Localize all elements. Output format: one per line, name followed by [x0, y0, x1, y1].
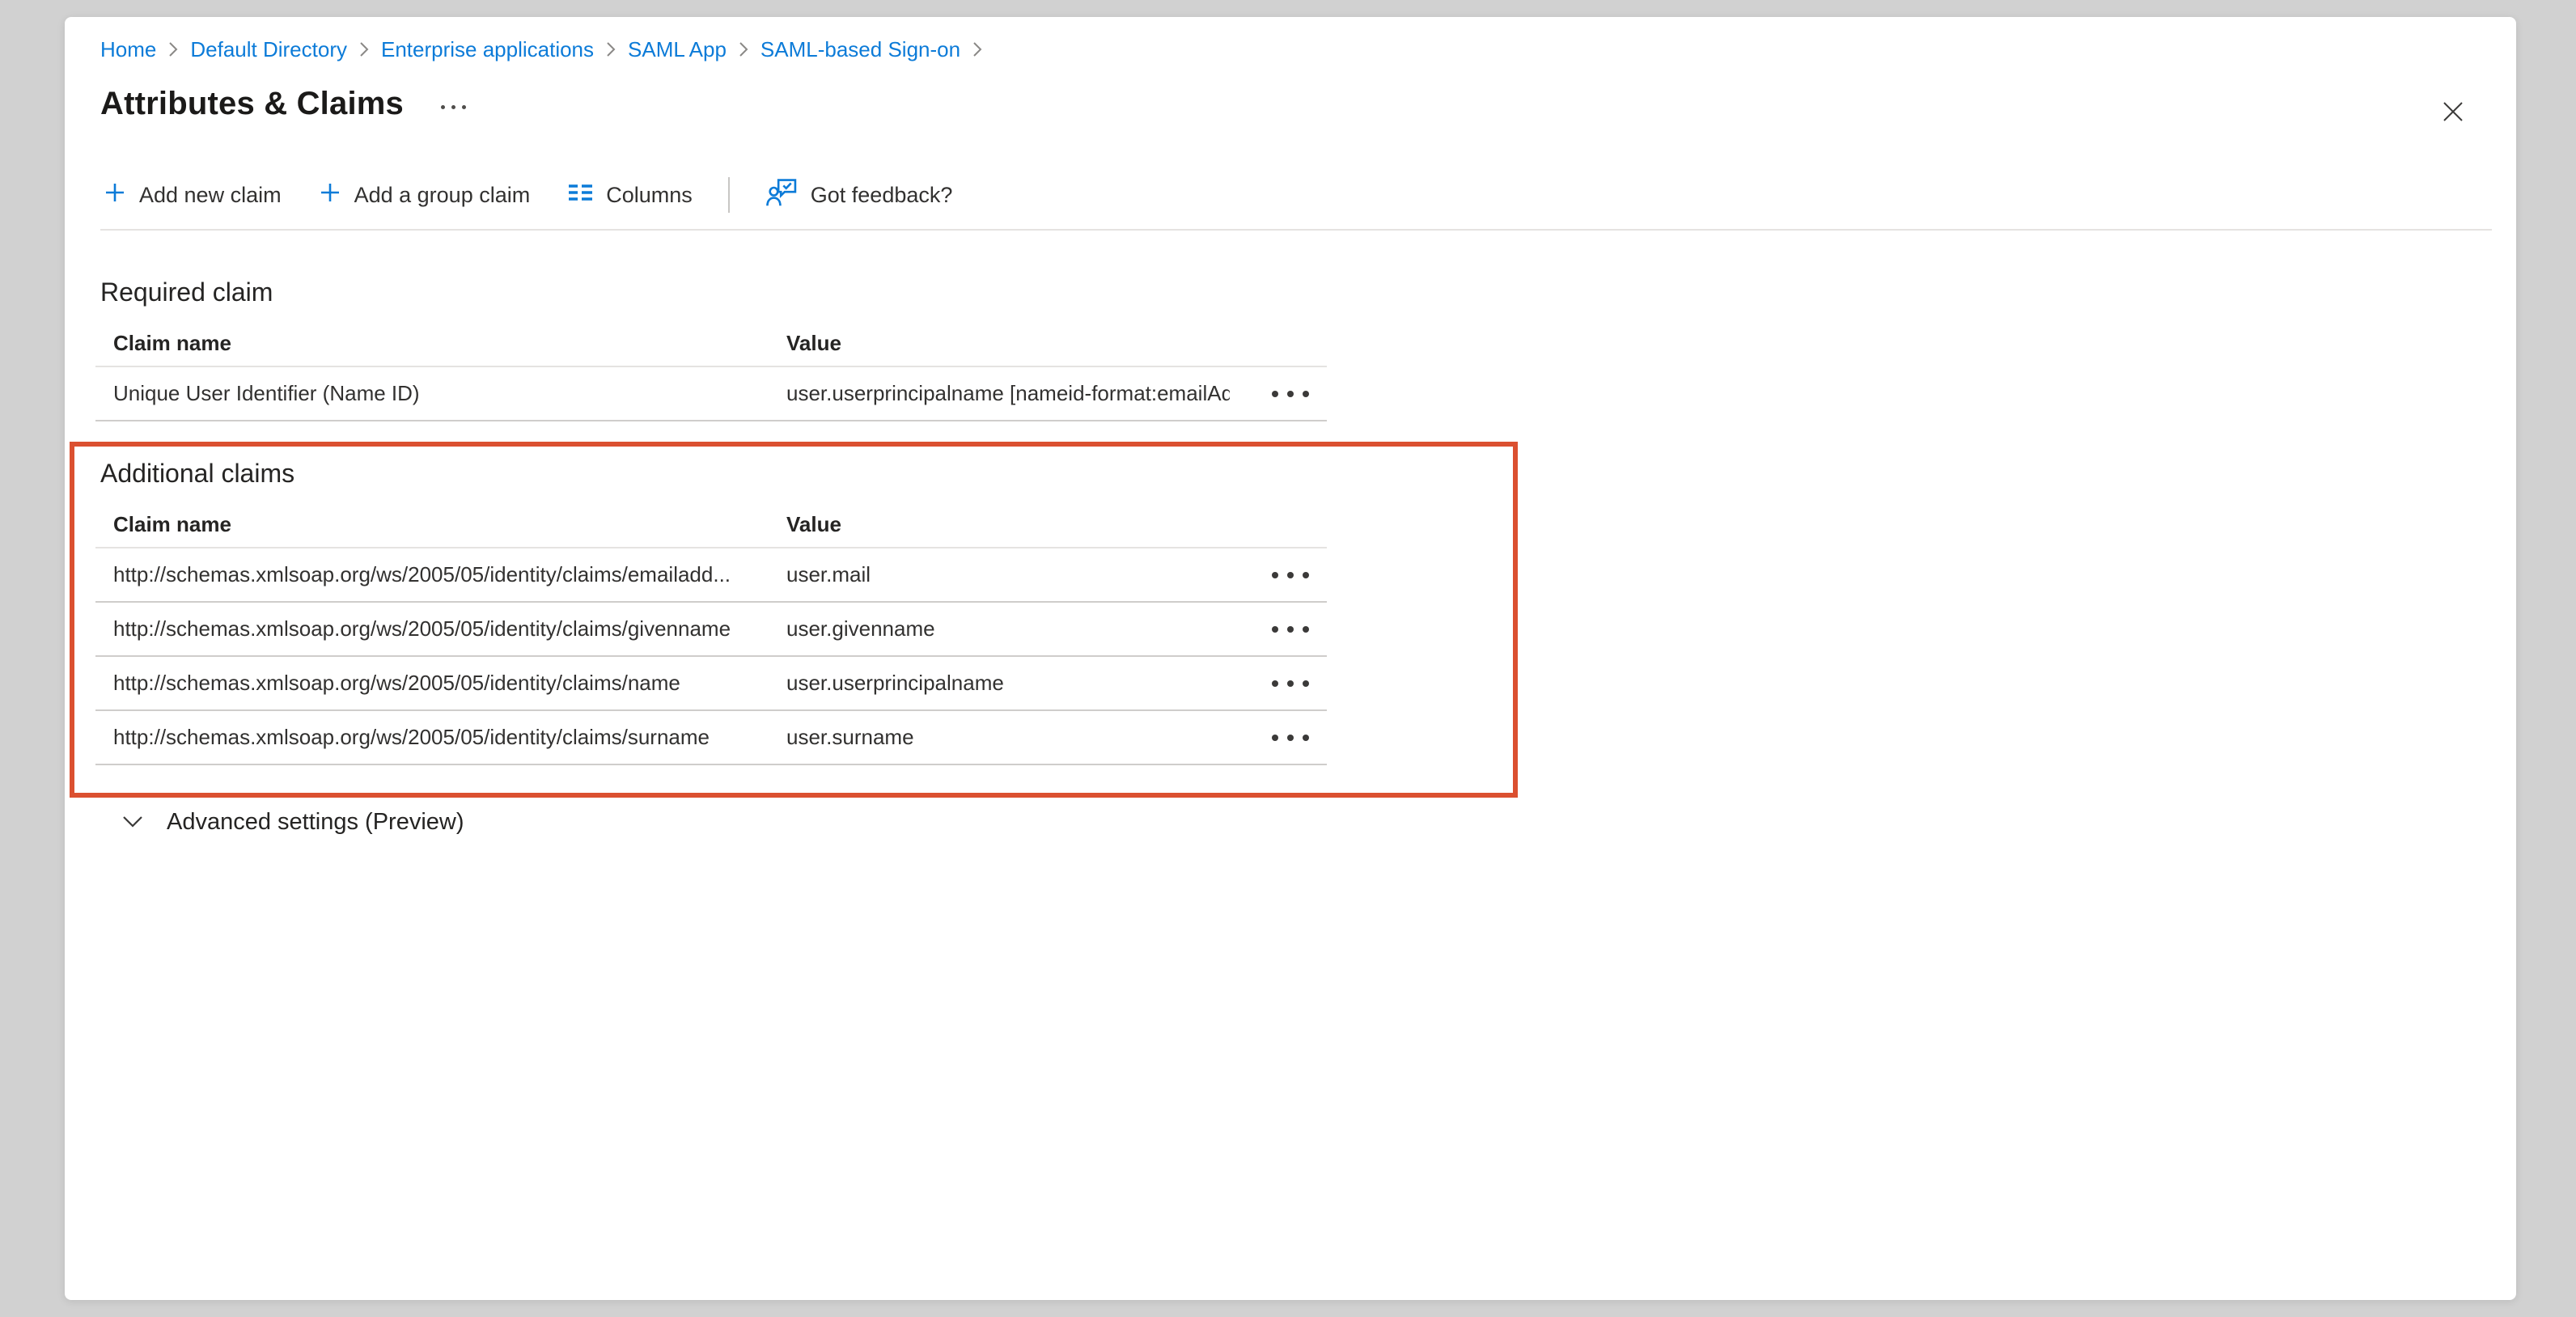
table-row[interactable]: http://schemas.xmlsoap.org/ws/2005/05/id… [95, 657, 1327, 711]
toolbar-separator [100, 229, 2492, 231]
advanced-settings-toggle[interactable]: Advanced settings (Preview) [118, 804, 468, 841]
got-feedback-button[interactable]: Got feedback? [762, 172, 956, 218]
row-context-menu-button[interactable] [1269, 618, 1312, 641]
row-context-menu-button[interactable] [1269, 672, 1312, 695]
got-feedback-label: Got feedback? [811, 183, 953, 208]
claim-name-cell: http://schemas.xmlsoap.org/ws/2005/05/id… [95, 616, 769, 642]
advanced-settings-label: Advanced settings (Preview) [167, 809, 464, 836]
breadcrumb-link-saml-app[interactable]: SAML App [628, 37, 727, 62]
columns-label: Columns [606, 183, 693, 208]
claim-name-cell: http://schemas.xmlsoap.org/ws/2005/05/id… [95, 671, 769, 696]
claim-value-cell: user.userprincipalname [nameid-format:em… [769, 381, 1230, 406]
claim-name-cell: Unique User Identifier (Name ID) [95, 381, 769, 406]
table-row[interactable]: http://schemas.xmlsoap.org/ws/2005/05/id… [95, 548, 1327, 603]
add-new-claim-label: Add new claim [139, 183, 282, 208]
toolbar-divider [728, 177, 730, 213]
additional-claims-heading: Additional claims [100, 459, 2481, 489]
table-row[interactable]: http://schemas.xmlsoap.org/ws/2005/05/id… [95, 603, 1327, 657]
claim-value-cell: user.userprincipalname [769, 671, 1230, 696]
command-bar: Add new claim Add a group claim Columns [100, 171, 2481, 219]
table-row[interactable]: http://schemas.xmlsoap.org/ws/2005/05/id… [95, 711, 1327, 765]
close-icon [2441, 100, 2465, 126]
close-button[interactable] [2432, 91, 2474, 133]
chevron-right-icon [971, 39, 984, 60]
add-new-claim-button[interactable]: Add new claim [100, 176, 285, 214]
column-header-value: Value [769, 512, 1230, 537]
chevron-right-icon [604, 39, 617, 60]
page-title: Attributes & Claims [100, 86, 404, 122]
claim-value-cell: user.surname [769, 725, 1230, 750]
ellipsis-icon [441, 105, 445, 109]
breadcrumb: Home Default Directory Enterprise applic… [100, 35, 2481, 64]
column-header-value: Value [769, 331, 1230, 356]
attributes-claims-panel: Home Default Directory Enterprise applic… [65, 17, 2516, 1300]
required-claim-section: Required claim Claim name Value Unique U… [100, 277, 2481, 421]
row-context-menu-button[interactable] [1269, 383, 1312, 405]
columns-icon [567, 181, 593, 210]
required-claim-table: Claim name Value Unique User Identifier … [95, 320, 1327, 421]
add-group-claim-label: Add a group claim [354, 183, 531, 208]
required-claim-heading: Required claim [100, 277, 2481, 307]
feedback-person-icon [765, 177, 798, 214]
columns-button[interactable]: Columns [564, 176, 696, 214]
more-options-button[interactable] [438, 100, 469, 114]
ellipsis-icon [1272, 735, 1278, 741]
column-header-claim-name: Claim name [95, 512, 769, 537]
claim-value-cell: user.givenname [769, 616, 1230, 642]
table-header-row: Claim name Value [95, 502, 1327, 548]
claim-name-cell: http://schemas.xmlsoap.org/ws/2005/05/id… [95, 725, 769, 750]
plus-icon [104, 181, 126, 210]
chevron-right-icon [737, 39, 750, 60]
title-row: Attributes & Claims [100, 82, 2481, 125]
column-header-claim-name: Claim name [95, 331, 769, 356]
row-context-menu-button[interactable] [1269, 564, 1312, 587]
claim-name-cell: http://schemas.xmlsoap.org/ws/2005/05/id… [95, 562, 769, 587]
plus-icon [319, 181, 341, 210]
additional-claims-section: Additional claims Claim name Value http:… [100, 459, 2481, 765]
table-header-row: Claim name Value [95, 320, 1327, 367]
breadcrumb-link-home[interactable]: Home [100, 37, 156, 62]
table-row[interactable]: Unique User Identifier (Name ID) user.us… [95, 367, 1327, 421]
claim-value-cell: user.mail [769, 562, 1230, 587]
chevron-down-icon [121, 809, 144, 836]
ellipsis-icon [1272, 626, 1278, 633]
ellipsis-icon [1272, 391, 1278, 397]
chevron-right-icon [358, 39, 371, 60]
row-context-menu-button[interactable] [1269, 726, 1312, 749]
ellipsis-icon [1272, 572, 1278, 578]
ellipsis-icon [1272, 680, 1278, 687]
breadcrumb-link-enterprise-applications[interactable]: Enterprise applications [381, 37, 594, 62]
breadcrumb-link-default-directory[interactable]: Default Directory [190, 37, 347, 62]
breadcrumb-link-saml-based-sign-on[interactable]: SAML-based Sign-on [761, 37, 960, 62]
chevron-right-icon [167, 39, 180, 60]
add-group-claim-button[interactable]: Add a group claim [316, 176, 534, 214]
additional-claims-table: Claim name Value http://schemas.xmlsoap.… [95, 502, 1327, 765]
